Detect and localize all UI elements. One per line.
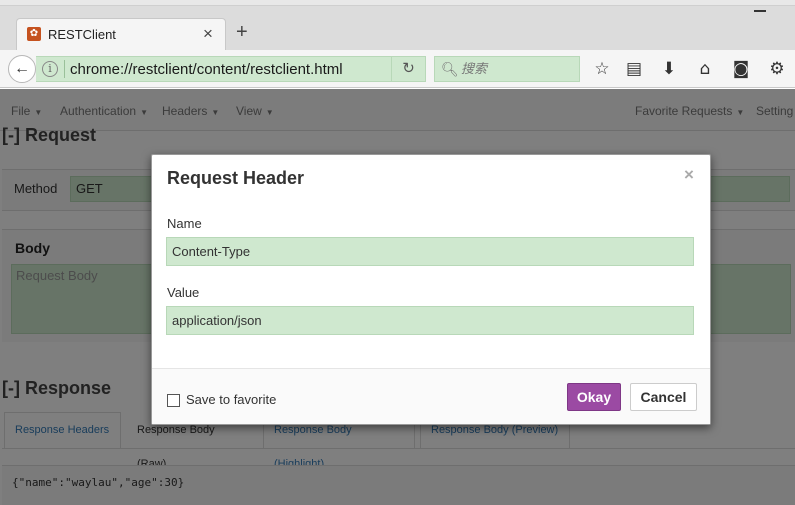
search-icon: 🔍︎ (441, 61, 459, 77)
tab-title: RESTClient (48, 27, 116, 42)
arrow-left-icon: ← (14, 60, 30, 77)
value-label: Value (167, 285, 200, 300)
home-icon[interactable]: ⌂ (695, 59, 715, 79)
close-icon[interactable]: × (684, 166, 694, 183)
url-divider (64, 60, 65, 78)
reload-button[interactable]: ↻ (391, 57, 425, 81)
cancel-button[interactable]: Cancel (630, 383, 697, 411)
browser-tab[interactable]: ✿ RESTClient × (16, 18, 226, 51)
dialog-footer: Save to favorite Okay Cancel (152, 368, 710, 424)
info-icon[interactable]: i (42, 61, 58, 77)
tab-close-icon[interactable]: × (203, 25, 213, 42)
search-bar[interactable]: 🔍︎ (434, 56, 580, 82)
browser-titlebar: ✿ RESTClient × + (0, 0, 795, 51)
restclient-favicon-icon: ✿ (27, 27, 41, 41)
reload-icon: ↻ (402, 60, 415, 77)
pocket-icon[interactable]: ◙ (731, 59, 751, 79)
back-button[interactable]: ← (8, 55, 36, 83)
dialog-title: Request Header (167, 168, 305, 188)
titlebar-strip (0, 0, 795, 6)
search-input[interactable] (461, 60, 573, 78)
url-bar[interactable]: i chrome://restclient/content/restclient… (36, 56, 426, 82)
request-header-dialog: Request Header × Name Value Save to favo… (151, 154, 711, 425)
download-icon[interactable]: ⬇ (659, 59, 679, 79)
reading-list-icon[interactable]: ▤ (624, 59, 644, 79)
okay-button[interactable]: Okay (567, 383, 621, 411)
window-minimize-button[interactable] (754, 10, 766, 12)
name-label: Name (167, 216, 202, 231)
save-to-favorite-checkbox[interactable] (167, 394, 180, 407)
header-name-input[interactable] (166, 237, 694, 266)
header-value-input[interactable] (166, 306, 694, 335)
star-icon[interactable]: ☆ (592, 59, 612, 79)
browser-navbar: ← i chrome://restclient/content/restclie… (0, 50, 795, 88)
extension-icon[interactable]: ⚙ (767, 59, 787, 79)
new-tab-button[interactable]: + (236, 22, 248, 42)
url-text[interactable]: chrome://restclient/content/restclient.h… (70, 61, 343, 78)
save-to-favorite-label[interactable]: Save to favorite (186, 392, 276, 407)
